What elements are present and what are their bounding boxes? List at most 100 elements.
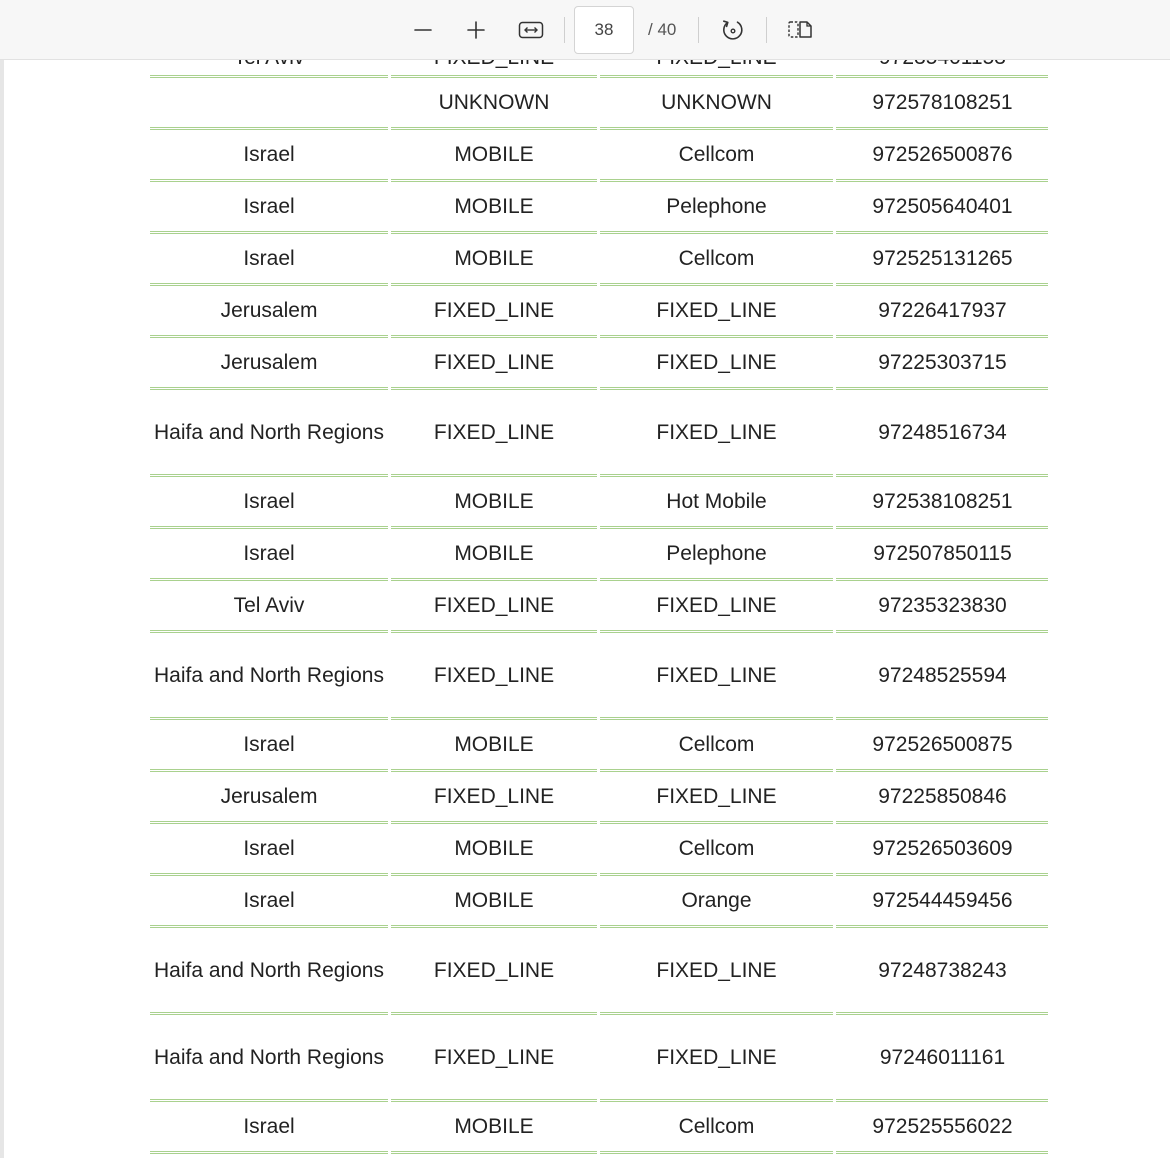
- region-cell: Haifa and North Regions: [150, 1015, 388, 1102]
- carrier-cell: FIXED_LINE: [600, 390, 833, 477]
- table-row: Jerusalem FIXED_LINE FIXED_LINE 97225850846: [150, 772, 1048, 824]
- table-row: Israel MOBILE Pelephone 972507850115: [150, 529, 1048, 581]
- table-row: Tel AvivFIXED_LINEFIXED_LINE97235401153: [150, 60, 1048, 78]
- line-type-cell: FIXED_LINE: [391, 390, 597, 477]
- phone-number-cell: 972525131265: [836, 234, 1048, 286]
- table-row: Israel MOBILE Cellcom 972526500876: [150, 130, 1048, 182]
- table-row: Haifa and North Regions FIXED_LINE FIXED_L…: [150, 928, 1048, 1015]
- phone-number-cell: 97235401153: [836, 60, 1048, 78]
- carrier-cell: FIXED_LINE: [600, 338, 833, 390]
- table-row: UNKNOWN UNKNOWN 972578108251: [150, 78, 1048, 130]
- toolbar-separator: [766, 17, 767, 43]
- table-row: Tel Aviv FIXED_LINE FIXED_LINE 97235323830: [150, 581, 1048, 633]
- phone-number-cell: 97235323830: [836, 581, 1048, 633]
- region-cell: Israel: [150, 824, 388, 876]
- pdf-toolbar: / 40: [0, 0, 1170, 60]
- region-cell: Israel: [150, 876, 388, 928]
- minus-icon: [414, 29, 432, 31]
- table-row: Israel MOBILE Orange 972544459456: [150, 876, 1048, 928]
- carrier-cell: Pelephone: [600, 182, 833, 234]
- line-type-cell: FIXED_LINE: [391, 60, 597, 78]
- line-type-cell: MOBILE: [391, 130, 597, 182]
- region-cell: Israel: [150, 234, 388, 286]
- region-cell: Israel: [150, 529, 388, 581]
- table-row: Israel MOBILE Cellcom 972525556022: [150, 1102, 1048, 1154]
- table-row: Haifa and North Regions FIXED_LINE FIXED_L…: [150, 633, 1048, 720]
- line-type-cell: FIXED_LINE: [391, 1015, 597, 1102]
- table-row: Israel MOBILE Hot Mobile 972538108251: [150, 477, 1048, 529]
- phone-number-cell: 972526500875: [836, 720, 1048, 772]
- region-cell: Jerusalem: [150, 338, 388, 390]
- line-type-cell: MOBILE: [391, 1102, 597, 1154]
- region-cell: Tel Aviv: [150, 60, 388, 78]
- document-page: Tel AvivFIXED_LINEFIXED_LINE97235401153U…: [150, 60, 1048, 1158]
- phone-data-table: Tel AvivFIXED_LINEFIXED_LINE97235401153U…: [150, 60, 1048, 1154]
- carrier-cell: UNKNOWN: [600, 78, 833, 130]
- line-type-cell: MOBILE: [391, 720, 597, 772]
- phone-number-cell: 97248516734: [836, 390, 1048, 477]
- phone-number-cell: 97226417937: [836, 286, 1048, 338]
- carrier-cell: FIXED_LINE: [600, 581, 833, 633]
- phone-number-cell: 972578108251: [836, 78, 1048, 130]
- phone-number-cell: 972538108251: [836, 477, 1048, 529]
- table-row: Jerusalem FIXED_LINE FIXED_LINE 97226417937: [150, 286, 1048, 338]
- carrier-cell: FIXED_LINE: [600, 772, 833, 824]
- carrier-cell: Cellcom: [600, 234, 833, 286]
- phone-number-cell: 972526503609: [836, 824, 1048, 876]
- phone-number-cell: 972544459456: [836, 876, 1048, 928]
- region-cell: Haifa and North Regions: [150, 633, 388, 720]
- phone-number-cell: 972505640401: [836, 182, 1048, 234]
- table-body: Tel AvivFIXED_LINEFIXED_LINE97235401153U…: [150, 60, 1048, 1154]
- line-type-cell: UNKNOWN: [391, 78, 597, 130]
- carrier-cell: Cellcom: [600, 824, 833, 876]
- phone-number-cell: 97225303715: [836, 338, 1048, 390]
- carrier-cell: Cellcom: [600, 1102, 833, 1154]
- region-cell: Haifa and North Regions: [150, 390, 388, 477]
- table-row: Jerusalem FIXED_LINE FIXED_LINE 97225303715: [150, 338, 1048, 390]
- fit-width-icon: [518, 21, 544, 39]
- carrier-cell: Cellcom: [600, 720, 833, 772]
- page-number-input[interactable]: [574, 6, 634, 54]
- carrier-cell: FIXED_LINE: [600, 633, 833, 720]
- line-type-cell: MOBILE: [391, 477, 597, 529]
- region-cell: Haifa and North Regions: [150, 928, 388, 1015]
- line-type-cell: MOBILE: [391, 876, 597, 928]
- phone-number-cell: 97248738243: [836, 928, 1048, 1015]
- carrier-cell: Hot Mobile: [600, 477, 833, 529]
- page-total-label: / 40: [648, 20, 677, 39]
- region-cell: [150, 78, 388, 130]
- fit-to-width-button[interactable]: [511, 10, 551, 50]
- line-type-cell: FIXED_LINE: [391, 633, 597, 720]
- rotate-button[interactable]: [713, 10, 753, 50]
- line-type-cell: MOBILE: [391, 824, 597, 876]
- phone-number-cell: 972526500876: [836, 130, 1048, 182]
- carrier-cell: Orange: [600, 876, 833, 928]
- phone-number-cell: 97246011161: [836, 1015, 1048, 1102]
- region-cell: Israel: [150, 1102, 388, 1154]
- region-cell: Tel Aviv: [150, 581, 388, 633]
- phone-number-cell: 972507850115: [836, 529, 1048, 581]
- toolbar-separator: [564, 17, 565, 43]
- carrier-cell: FIXED_LINE: [600, 286, 833, 338]
- table-row: Haifa and North Regions FIXED_LINE FIXED_L…: [150, 390, 1048, 477]
- zoom-in-button[interactable]: [456, 10, 496, 50]
- phone-number-cell: 972525556022: [836, 1102, 1048, 1154]
- line-type-cell: FIXED_LINE: [391, 286, 597, 338]
- region-cell: Jerusalem: [150, 772, 388, 824]
- region-cell: Jerusalem: [150, 286, 388, 338]
- line-type-cell: FIXED_LINE: [391, 772, 597, 824]
- plus-icon: [467, 21, 485, 39]
- region-cell: Israel: [150, 182, 388, 234]
- carrier-cell: FIXED_LINE: [600, 928, 833, 1015]
- viewer-left-edge: [0, 0, 4, 1158]
- carrier-cell: FIXED_LINE: [600, 60, 833, 78]
- line-type-cell: FIXED_LINE: [391, 338, 597, 390]
- two-page-view-icon: [788, 21, 812, 38]
- line-type-cell: FIXED_LINE: [391, 928, 597, 1015]
- table-row: Israel MOBILE Cellcom 972525131265: [150, 234, 1048, 286]
- table-row: Israel MOBILE Cellcom 972526500875: [150, 720, 1048, 772]
- page-view-button[interactable]: [780, 10, 820, 50]
- line-type-cell: MOBILE: [391, 182, 597, 234]
- table-row: Haifa and North Regions FIXED_LINE FIXED_L…: [150, 1015, 1048, 1102]
- zoom-out-button[interactable]: [403, 10, 443, 50]
